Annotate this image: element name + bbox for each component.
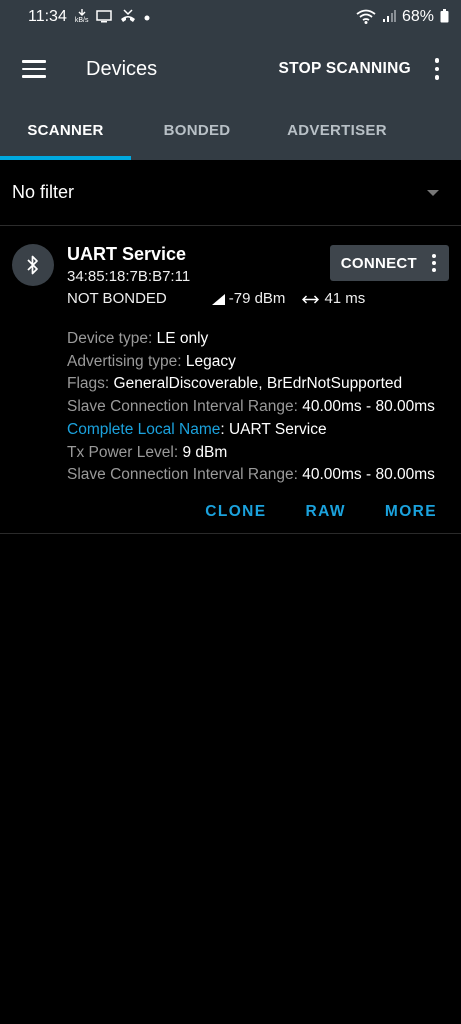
bluetooth-icon bbox=[12, 244, 54, 286]
advertising-details: Device type: LE only Advertising type: L… bbox=[67, 328, 449, 487]
detail-flags: Flags: GeneralDiscoverable, BrEdrNotSupp… bbox=[67, 375, 403, 393]
status-time: 11:34 bbox=[28, 8, 67, 25]
signal-strength-icon bbox=[211, 293, 226, 306]
raw-button[interactable]: RAW bbox=[306, 503, 346, 521]
filter-label: No filter bbox=[12, 182, 75, 202]
clone-button[interactable]: CLONE bbox=[205, 503, 266, 521]
device-overflow-menu-icon[interactable] bbox=[429, 254, 439, 272]
app-bar: Devices STOP SCANNING bbox=[0, 34, 461, 104]
wifi-icon bbox=[356, 9, 376, 26]
connect-button-group: CONNECT bbox=[329, 245, 449, 281]
page-title: Devices bbox=[86, 57, 158, 80]
device-actions: CLONE RAW MORE bbox=[12, 503, 449, 521]
status-kbs-label: kB/s bbox=[74, 17, 89, 24]
detail-slave-interval-range: Slave Connection Interval Range: 40.00ms… bbox=[67, 398, 435, 416]
interval-value: 41 ms bbox=[324, 290, 366, 307]
detail-device-type: Device type: LE only bbox=[67, 330, 209, 347]
missed-call-icon bbox=[120, 9, 136, 25]
detail-complete-local-name: Complete Local Name: UART Service bbox=[67, 420, 327, 438]
status-bar: 11:34 kB/s 68% bbox=[0, 0, 461, 34]
battery-percent: 68% bbox=[401, 8, 434, 25]
connect-button[interactable]: CONNECT bbox=[341, 255, 417, 272]
battery-icon bbox=[440, 9, 449, 25]
tab-bar: SCANNER BONDED ADVERTISER bbox=[0, 104, 461, 160]
interval-arrows-icon bbox=[302, 294, 320, 305]
detail-tx-power-level: Tx Power Level: 9 dBm bbox=[67, 443, 228, 461]
menu-icon[interactable] bbox=[22, 60, 46, 78]
overflow-menu-icon[interactable] bbox=[425, 58, 449, 80]
device-list-item[interactable]: UART Service 34:85:18:7B:B7:11 NOT BONDE… bbox=[0, 226, 461, 534]
more-button[interactable]: MORE bbox=[385, 503, 437, 521]
stop-scanning-button[interactable]: STOP SCANNING bbox=[278, 60, 411, 78]
screen-cast-icon bbox=[96, 9, 113, 25]
filter-dropdown[interactable]: No filter bbox=[0, 160, 461, 226]
data-speed-icon: kB/s bbox=[74, 9, 89, 25]
bond-state: NOT BONDED bbox=[67, 290, 167, 307]
signal-icon bbox=[382, 9, 396, 25]
dropdown-arrow-icon bbox=[427, 189, 439, 196]
tab-advertiser[interactable]: ADVERTISER bbox=[263, 104, 411, 160]
tab-bonded[interactable]: BONDED bbox=[131, 104, 263, 160]
detail-advertising-type: Advertising type: Legacy bbox=[67, 352, 236, 370]
rssi-value: -79 dBm bbox=[228, 290, 286, 307]
tab-scanner[interactable]: SCANNER bbox=[0, 104, 131, 160]
detail-slave-interval-range-2: Slave Connection Interval Range: 40.00ms… bbox=[67, 466, 435, 484]
notification-dot-icon bbox=[144, 11, 150, 23]
